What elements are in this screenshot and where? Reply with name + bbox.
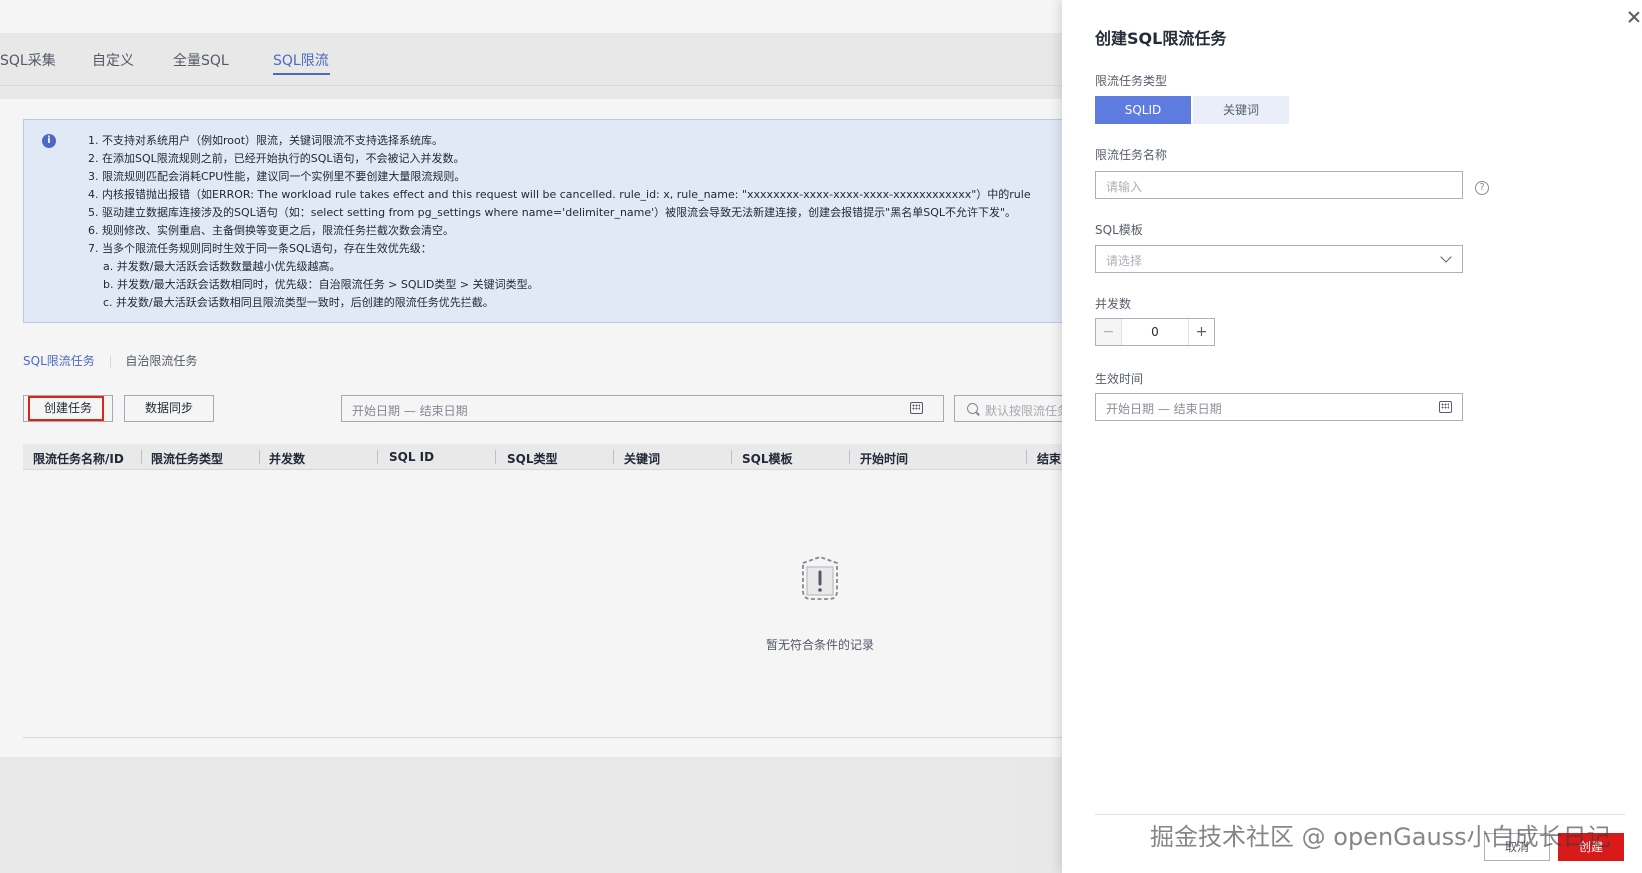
concurrency-stepper: − 0 + — [1095, 318, 1215, 346]
effective-time-placeholder: 开始日期 — 结束日期 — [1106, 402, 1222, 416]
type-option-keyword[interactable]: 关键词 — [1193, 96, 1289, 124]
close-icon[interactable] — [1627, 10, 1641, 24]
sql-template-placeholder: 请选择 — [1106, 254, 1143, 268]
footer-divider — [1095, 814, 1625, 815]
task-name-placeholder: 请输入 — [1106, 180, 1143, 194]
chevron-down-icon — [1440, 251, 1452, 263]
effective-time-label: 生效时间 — [1095, 372, 1144, 386]
effective-time-picker[interactable]: 开始日期 — 结束日期 — [1095, 393, 1463, 421]
task-name-label: 限流任务名称 — [1095, 148, 1168, 162]
sql-template-label: SQL模板 — [1095, 223, 1143, 237]
create-task-drawer: 创建SQL限流任务 限流任务类型 SQLID 关键词 限流任务名称 请输入 ? … — [1062, 0, 1642, 873]
sql-template-select[interactable]: 请选择 — [1095, 245, 1463, 273]
increment-button[interactable]: + — [1188, 319, 1214, 345]
sql-throttle-page: SQL采集 自定义 全量SQL SQL限流 i 1. 不支持对系统用户（例如ro… — [0, 0, 1062, 873]
drawer-overlay[interactable] — [0, 0, 1062, 873]
calendar-icon[interactable] — [1439, 401, 1452, 413]
task-type-label: 限流任务类型 — [1095, 74, 1168, 88]
drawer-title: 创建SQL限流任务 — [1095, 29, 1227, 48]
help-icon[interactable]: ? — [1475, 181, 1489, 195]
watermark: 掘金技术社区 @ openGauss小白成长日记 — [1150, 823, 1611, 851]
concurrency-label: 并发数 — [1095, 297, 1132, 311]
type-option-sqlid[interactable]: SQLID — [1095, 96, 1191, 124]
decrement-button[interactable]: − — [1096, 319, 1122, 345]
task-name-input[interactable]: 请输入 — [1095, 171, 1463, 199]
concurrency-value[interactable]: 0 — [1122, 319, 1188, 345]
